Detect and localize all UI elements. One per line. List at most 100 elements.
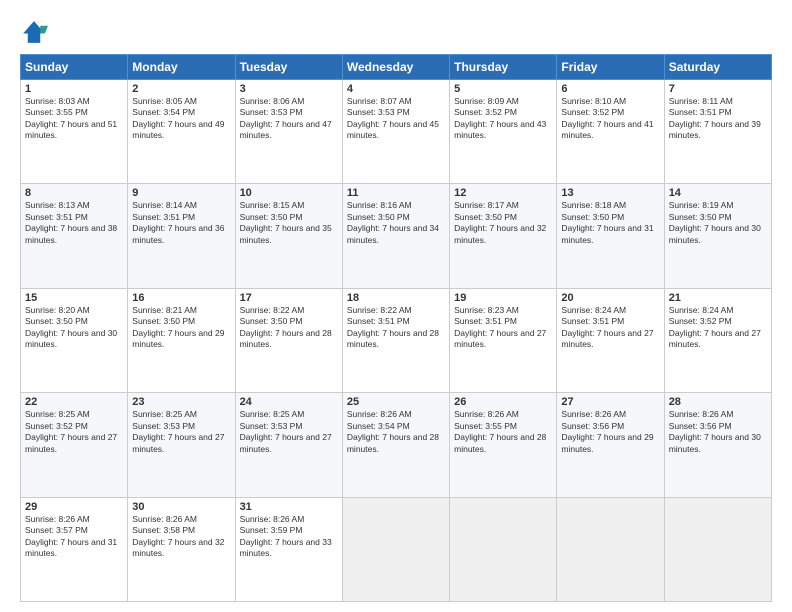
day-info: Sunrise: 8:20 AMSunset: 3:50 PMDaylight:… <box>25 305 123 351</box>
calendar-day-cell: 16Sunrise: 8:21 AMSunset: 3:50 PMDayligh… <box>128 288 235 392</box>
day-info: Sunrise: 8:21 AMSunset: 3:50 PMDaylight:… <box>132 305 230 351</box>
weekday-header: Thursday <box>450 55 557 80</box>
day-number: 8 <box>25 187 123 199</box>
day-info: Sunrise: 8:26 AMSunset: 3:54 PMDaylight:… <box>347 409 445 455</box>
weekday-header-row: SundayMondayTuesdayWednesdayThursdayFrid… <box>21 55 772 80</box>
day-info: Sunrise: 8:18 AMSunset: 3:50 PMDaylight:… <box>561 200 659 246</box>
day-number: 21 <box>669 292 767 304</box>
calendar-day-cell: 24Sunrise: 8:25 AMSunset: 3:53 PMDayligh… <box>235 393 342 497</box>
day-number: 13 <box>561 187 659 199</box>
day-number: 5 <box>454 83 552 95</box>
day-info: Sunrise: 8:09 AMSunset: 3:52 PMDaylight:… <box>454 96 552 142</box>
calendar-day-cell <box>450 497 557 601</box>
calendar-week-row: 15Sunrise: 8:20 AMSunset: 3:50 PMDayligh… <box>21 288 772 392</box>
calendar-week-row: 29Sunrise: 8:26 AMSunset: 3:57 PMDayligh… <box>21 497 772 601</box>
calendar-day-cell: 25Sunrise: 8:26 AMSunset: 3:54 PMDayligh… <box>342 393 449 497</box>
day-number: 30 <box>132 501 230 513</box>
day-number: 4 <box>347 83 445 95</box>
day-number: 27 <box>561 396 659 408</box>
day-info: Sunrise: 8:22 AMSunset: 3:50 PMDaylight:… <box>240 305 338 351</box>
day-number: 31 <box>240 501 338 513</box>
day-number: 11 <box>347 187 445 199</box>
day-number: 20 <box>561 292 659 304</box>
day-info: Sunrise: 8:23 AMSunset: 3:51 PMDaylight:… <box>454 305 552 351</box>
calendar-table: SundayMondayTuesdayWednesdayThursdayFrid… <box>20 54 772 602</box>
calendar-day-cell: 27Sunrise: 8:26 AMSunset: 3:56 PMDayligh… <box>557 393 664 497</box>
day-info: Sunrise: 8:19 AMSunset: 3:50 PMDaylight:… <box>669 200 767 246</box>
day-number: 10 <box>240 187 338 199</box>
weekday-header: Wednesday <box>342 55 449 80</box>
day-number: 1 <box>25 83 123 95</box>
day-info: Sunrise: 8:26 AMSunset: 3:55 PMDaylight:… <box>454 409 552 455</box>
calendar-day-cell: 4Sunrise: 8:07 AMSunset: 3:53 PMDaylight… <box>342 80 449 184</box>
day-info: Sunrise: 8:07 AMSunset: 3:53 PMDaylight:… <box>347 96 445 142</box>
day-number: 26 <box>454 396 552 408</box>
day-number: 28 <box>669 396 767 408</box>
calendar-day-cell <box>557 497 664 601</box>
calendar-day-cell: 3Sunrise: 8:06 AMSunset: 3:53 PMDaylight… <box>235 80 342 184</box>
day-info: Sunrise: 8:03 AMSunset: 3:55 PMDaylight:… <box>25 96 123 142</box>
day-number: 23 <box>132 396 230 408</box>
weekday-header: Saturday <box>664 55 771 80</box>
day-info: Sunrise: 8:11 AMSunset: 3:51 PMDaylight:… <box>669 96 767 142</box>
calendar-day-cell: 30Sunrise: 8:26 AMSunset: 3:58 PMDayligh… <box>128 497 235 601</box>
day-info: Sunrise: 8:26 AMSunset: 3:57 PMDaylight:… <box>25 514 123 560</box>
logo <box>20 18 52 46</box>
calendar-day-cell: 26Sunrise: 8:26 AMSunset: 3:55 PMDayligh… <box>450 393 557 497</box>
calendar-day-cell: 31Sunrise: 8:26 AMSunset: 3:59 PMDayligh… <box>235 497 342 601</box>
calendar-day-cell: 12Sunrise: 8:17 AMSunset: 3:50 PMDayligh… <box>450 184 557 288</box>
weekday-header: Friday <box>557 55 664 80</box>
page: SundayMondayTuesdayWednesdayThursdayFrid… <box>0 0 792 612</box>
calendar-day-cell: 20Sunrise: 8:24 AMSunset: 3:51 PMDayligh… <box>557 288 664 392</box>
calendar-day-cell: 9Sunrise: 8:14 AMSunset: 3:51 PMDaylight… <box>128 184 235 288</box>
day-number: 6 <box>561 83 659 95</box>
day-number: 12 <box>454 187 552 199</box>
calendar-day-cell <box>342 497 449 601</box>
day-number: 18 <box>347 292 445 304</box>
calendar-day-cell: 19Sunrise: 8:23 AMSunset: 3:51 PMDayligh… <box>450 288 557 392</box>
day-number: 9 <box>132 187 230 199</box>
calendar-day-cell <box>664 497 771 601</box>
calendar-day-cell: 15Sunrise: 8:20 AMSunset: 3:50 PMDayligh… <box>21 288 128 392</box>
calendar-day-cell: 2Sunrise: 8:05 AMSunset: 3:54 PMDaylight… <box>128 80 235 184</box>
day-info: Sunrise: 8:24 AMSunset: 3:51 PMDaylight:… <box>561 305 659 351</box>
calendar-day-cell: 1Sunrise: 8:03 AMSunset: 3:55 PMDaylight… <box>21 80 128 184</box>
day-number: 25 <box>347 396 445 408</box>
weekday-header: Monday <box>128 55 235 80</box>
day-number: 14 <box>669 187 767 199</box>
calendar-day-cell: 21Sunrise: 8:24 AMSunset: 3:52 PMDayligh… <box>664 288 771 392</box>
day-info: Sunrise: 8:26 AMSunset: 3:58 PMDaylight:… <box>132 514 230 560</box>
calendar-week-row: 8Sunrise: 8:13 AMSunset: 3:51 PMDaylight… <box>21 184 772 288</box>
calendar-day-cell: 13Sunrise: 8:18 AMSunset: 3:50 PMDayligh… <box>557 184 664 288</box>
day-info: Sunrise: 8:14 AMSunset: 3:51 PMDaylight:… <box>132 200 230 246</box>
calendar-day-cell: 14Sunrise: 8:19 AMSunset: 3:50 PMDayligh… <box>664 184 771 288</box>
day-number: 3 <box>240 83 338 95</box>
calendar-day-cell: 7Sunrise: 8:11 AMSunset: 3:51 PMDaylight… <box>664 80 771 184</box>
day-info: Sunrise: 8:26 AMSunset: 3:59 PMDaylight:… <box>240 514 338 560</box>
calendar-day-cell: 29Sunrise: 8:26 AMSunset: 3:57 PMDayligh… <box>21 497 128 601</box>
day-info: Sunrise: 8:24 AMSunset: 3:52 PMDaylight:… <box>669 305 767 351</box>
day-info: Sunrise: 8:17 AMSunset: 3:50 PMDaylight:… <box>454 200 552 246</box>
calendar-day-cell: 5Sunrise: 8:09 AMSunset: 3:52 PMDaylight… <box>450 80 557 184</box>
logo-icon <box>20 18 48 46</box>
day-number: 17 <box>240 292 338 304</box>
calendar-day-cell: 18Sunrise: 8:22 AMSunset: 3:51 PMDayligh… <box>342 288 449 392</box>
day-info: Sunrise: 8:26 AMSunset: 3:56 PMDaylight:… <box>669 409 767 455</box>
day-info: Sunrise: 8:25 AMSunset: 3:52 PMDaylight:… <box>25 409 123 455</box>
header <box>20 18 772 46</box>
day-number: 7 <box>669 83 767 95</box>
calendar-day-cell: 22Sunrise: 8:25 AMSunset: 3:52 PMDayligh… <box>21 393 128 497</box>
weekday-header: Tuesday <box>235 55 342 80</box>
day-number: 19 <box>454 292 552 304</box>
day-number: 15 <box>25 292 123 304</box>
day-info: Sunrise: 8:25 AMSunset: 3:53 PMDaylight:… <box>240 409 338 455</box>
weekday-header: Sunday <box>21 55 128 80</box>
day-number: 16 <box>132 292 230 304</box>
day-info: Sunrise: 8:25 AMSunset: 3:53 PMDaylight:… <box>132 409 230 455</box>
day-info: Sunrise: 8:06 AMSunset: 3:53 PMDaylight:… <box>240 96 338 142</box>
day-info: Sunrise: 8:15 AMSunset: 3:50 PMDaylight:… <box>240 200 338 246</box>
calendar-day-cell: 11Sunrise: 8:16 AMSunset: 3:50 PMDayligh… <box>342 184 449 288</box>
calendar-week-row: 22Sunrise: 8:25 AMSunset: 3:52 PMDayligh… <box>21 393 772 497</box>
calendar-day-cell: 6Sunrise: 8:10 AMSunset: 3:52 PMDaylight… <box>557 80 664 184</box>
day-number: 22 <box>25 396 123 408</box>
